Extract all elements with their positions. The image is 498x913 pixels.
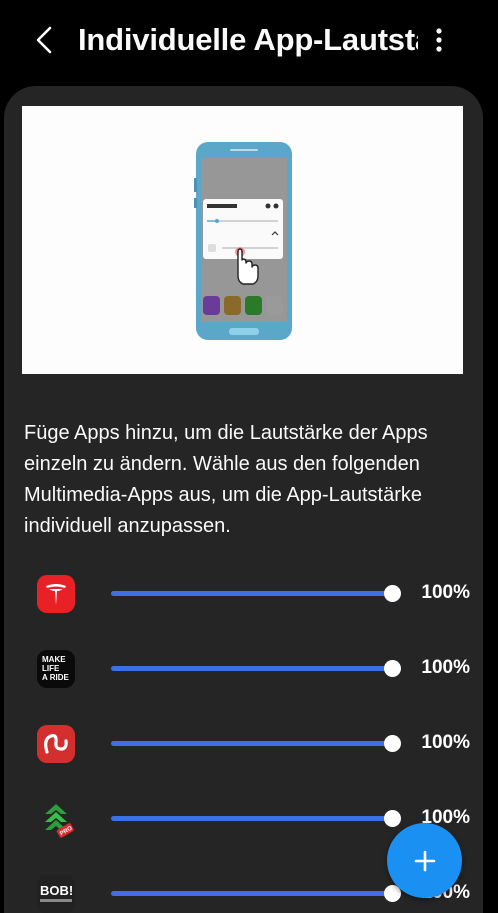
volume-percentage: 100%: [421, 657, 470, 678]
volume-slider[interactable]: [111, 810, 401, 827]
icon-text-line: MAKE: [42, 655, 66, 664]
description-text: Füge Apps hinzu, um die Lautstärke der A…: [24, 422, 428, 537]
volume-slider-fill: [111, 816, 392, 821]
bob-text: BOB!: [40, 883, 73, 898]
back-button[interactable]: [28, 22, 60, 58]
volume-slider-thumb[interactable]: [384, 735, 401, 752]
volume-slider[interactable]: [111, 735, 401, 752]
icon-text-line: A RIDE: [42, 673, 69, 682]
make-life-a-ride-icon: MAKE LIFE A RIDE: [37, 650, 75, 688]
more-options-button[interactable]: [424, 22, 454, 58]
volume-slider[interactable]: [111, 585, 401, 602]
volume-slider-fill: [111, 591, 392, 596]
red-squiggle-app-icon: [37, 725, 75, 763]
app-volume-row: MAKE LIFE A RIDE 100%: [4, 650, 483, 725]
more-vertical-icon: [436, 28, 442, 52]
app-bar: Individuelle App-Lautstärke: [0, 0, 498, 80]
volume-slider[interactable]: [111, 885, 401, 902]
phone-illustration: [22, 106, 463, 374]
plus-icon: [414, 850, 435, 871]
app-volume-row: 100%: [4, 725, 483, 800]
tesla-icon: [37, 575, 75, 613]
volume-slider-fill: [111, 666, 392, 671]
volume-percentage: 100%: [421, 732, 470, 753]
add-app-button[interactable]: [387, 823, 462, 898]
content-card: Füge Apps hinzu, um die Lautstärke der A…: [4, 86, 483, 913]
bob-app-icon: BOB!: [37, 875, 75, 913]
volume-slider-thumb[interactable]: [384, 810, 401, 827]
page-title: Individuelle App-Lautstärke: [78, 22, 418, 57]
volume-slider-thumb[interactable]: [384, 660, 401, 677]
volume-slider-fill: [111, 891, 392, 896]
volume-percentage: 100%: [421, 582, 470, 603]
volume-slider-thumb[interactable]: [384, 585, 401, 602]
icon-text-line: LIFE: [42, 664, 60, 673]
back-arrow-icon: [36, 26, 52, 54]
green-arrows-pro-app-icon: PRO: [37, 800, 75, 838]
volume-slider-fill: [111, 741, 392, 746]
app-volume-row: 100%: [4, 575, 483, 650]
volume-slider[interactable]: [111, 660, 401, 677]
phone-volume-illustration: [194, 142, 292, 340]
